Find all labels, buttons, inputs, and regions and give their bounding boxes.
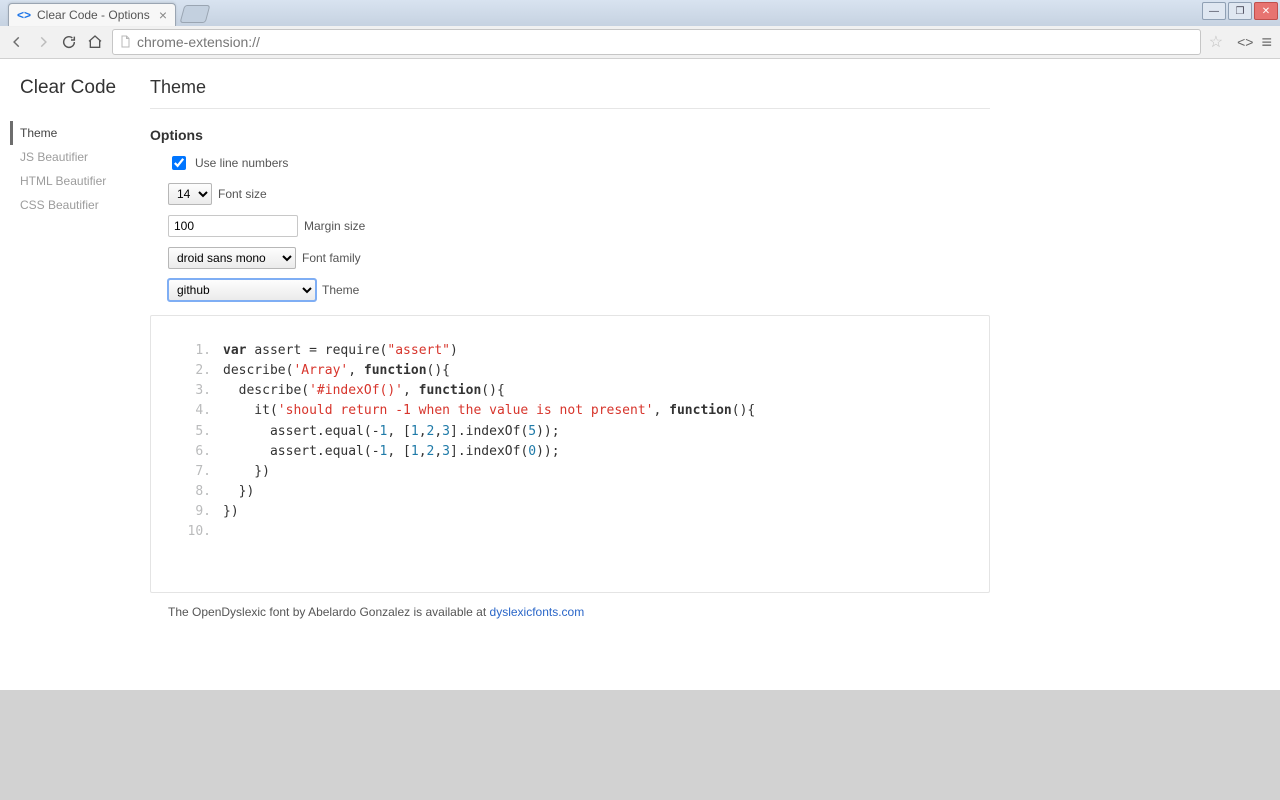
- sidebar-item-js-beautifier[interactable]: JS Beautifier: [20, 145, 150, 169]
- code-line: 1 var assert = require("assert"): [181, 341, 959, 361]
- line-number: 2: [181, 361, 211, 381]
- code-content: describe('#indexOf()', function(){: [223, 381, 505, 401]
- font-size-select[interactable]: 14: [168, 183, 212, 205]
- code-line: 9}): [181, 502, 959, 522]
- code-line: 3 describe('#indexOf()', function(){: [181, 381, 959, 401]
- code-content: assert.equal(-1, [1,2,3].indexOf(5));: [223, 422, 560, 442]
- theme-label: Theme: [322, 283, 359, 297]
- margin-size-label: Margin size: [304, 219, 365, 233]
- main-panel: Theme Options Use line numbers 14 Font s…: [150, 59, 1030, 690]
- footnote-text: The OpenDyslexic font by Abelardo Gonzal…: [168, 605, 490, 619]
- code-line: 6 assert.equal(-1, [1,2,3].indexOf(0));: [181, 442, 959, 462]
- use-line-numbers-checkbox[interactable]: [172, 156, 186, 170]
- code-line: 10: [181, 522, 959, 542]
- reload-button[interactable]: [60, 33, 78, 51]
- back-button[interactable]: [8, 33, 26, 51]
- font-family-label: Font family: [302, 251, 361, 265]
- page-content: Clear Code ThemeJS BeautifierHTML Beauti…: [0, 59, 1280, 690]
- line-number: 6: [181, 442, 211, 462]
- sidebar-item-css-beautifier[interactable]: CSS Beautifier: [20, 193, 150, 217]
- line-number: 3: [181, 381, 211, 401]
- code-content: }): [223, 462, 270, 482]
- line-number: 4: [181, 401, 211, 421]
- browser-tabstrip: <> Clear Code - Options × — ❐ ✕: [0, 0, 1280, 26]
- footnote-link[interactable]: dyslexicfonts.com: [490, 605, 585, 619]
- code-line: 4 it('should return -1 when the value is…: [181, 401, 959, 421]
- code-line: 2 describe('Array', function(){: [181, 361, 959, 381]
- code-content: describe('Array', function(){: [223, 361, 450, 381]
- sidebar-item-html-beautifier[interactable]: HTML Beautifier: [20, 169, 150, 193]
- code-content: }): [223, 502, 239, 522]
- font-size-label: Font size: [218, 187, 267, 201]
- forward-button[interactable]: [34, 33, 52, 51]
- sidebar-item-theme[interactable]: Theme: [10, 121, 150, 145]
- theme-select[interactable]: github: [168, 279, 316, 301]
- line-number: 1: [181, 341, 211, 361]
- app-title: Clear Code: [20, 77, 150, 99]
- line-number: 5: [181, 422, 211, 442]
- use-line-numbers-label: Use line numbers: [195, 156, 288, 170]
- line-number: 7: [181, 462, 211, 482]
- window-maximize-button[interactable]: ❐: [1228, 2, 1252, 20]
- margin-size-input[interactable]: [168, 215, 298, 237]
- window-controls: — ❐ ✕: [1202, 2, 1278, 20]
- home-button[interactable]: [86, 33, 104, 51]
- line-number: 8: [181, 482, 211, 502]
- address-bar[interactable]: chrome-extension://: [112, 29, 1201, 55]
- section-heading: Theme: [150, 77, 990, 109]
- line-number: 10: [181, 522, 211, 542]
- chrome-menu-icon[interactable]: ≡: [1261, 32, 1272, 53]
- address-bar-url: chrome-extension://: [137, 34, 260, 50]
- code-content: assert.equal(-1, [1,2,3].indexOf(0));: [223, 442, 560, 462]
- desktop-background-strip: [0, 690, 1280, 800]
- sidebar-nav: ThemeJS BeautifierHTML BeautifierCSS Bea…: [20, 121, 150, 217]
- font-family-select[interactable]: droid sans mono: [168, 247, 296, 269]
- options-heading: Options: [150, 127, 990, 143]
- code-content: }): [223, 482, 254, 502]
- code-line: 8 }): [181, 482, 959, 502]
- code-line: 5 assert.equal(-1, [1,2,3].indexOf(5));: [181, 422, 959, 442]
- page-icon: [119, 35, 131, 49]
- window-close-button[interactable]: ✕: [1254, 2, 1278, 20]
- window-minimize-button[interactable]: —: [1202, 2, 1226, 20]
- code-content: var assert = require("assert"): [223, 341, 458, 361]
- browser-toolbar: chrome-extension:// ☆ <> ≡: [0, 26, 1280, 59]
- tab-title: Clear Code - Options: [37, 8, 151, 22]
- bookmark-star-icon[interactable]: ☆: [1209, 32, 1223, 52]
- code-preview: 1 var assert = require("assert") 2 describe…: [150, 315, 990, 593]
- code-line: 7 }): [181, 462, 959, 482]
- browser-tab-active[interactable]: <> Clear Code - Options ×: [8, 3, 176, 26]
- extension-icon[interactable]: <>: [1237, 34, 1253, 50]
- tab-favicon-icon: <>: [17, 8, 31, 22]
- code-content: it('should return -1 when the value is n…: [223, 401, 755, 421]
- footnote: The OpenDyslexic font by Abelardo Gonzal…: [150, 605, 990, 619]
- new-tab-button[interactable]: [180, 5, 211, 23]
- tab-close-icon[interactable]: ×: [159, 8, 167, 22]
- sidebar: Clear Code ThemeJS BeautifierHTML Beauti…: [0, 59, 150, 690]
- line-number: 9: [181, 502, 211, 522]
